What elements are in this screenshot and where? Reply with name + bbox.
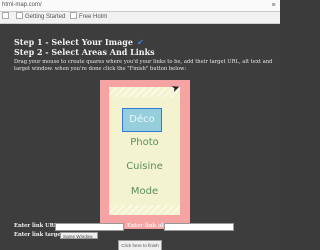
browser-menu-icon[interactable]: ≡ bbox=[269, 1, 278, 10]
page-content: Step 1 - Select Your Image ✔ Step 2 - Sel… bbox=[0, 24, 280, 250]
selected-area-box[interactable]: Déco bbox=[122, 108, 162, 132]
bookmarks-bar: Getting Started Free Hotm bbox=[0, 12, 280, 24]
stripe-pattern bbox=[109, 87, 180, 97]
page-icon bbox=[70, 12, 77, 19]
word-cuisine: Cuisine bbox=[126, 161, 163, 172]
link-target-select[interactable]: Same Window bbox=[60, 232, 98, 239]
link-url-input[interactable] bbox=[55, 223, 124, 231]
word-deco: Déco bbox=[129, 114, 155, 125]
bookmark-label: Free Hotm bbox=[79, 14, 108, 20]
bookmark-free-hotmail[interactable]: Free Hotm bbox=[70, 12, 107, 23]
stripe-pattern bbox=[109, 205, 180, 215]
finish-button[interactable]: Click here to finish bbox=[118, 240, 162, 250]
word-mode: Mode bbox=[130, 186, 159, 197]
step-1-heading: Step 1 - Select Your Image ✔ bbox=[14, 37, 144, 47]
link-alt-label: Enter link alt: bbox=[127, 223, 168, 229]
link-target-label: Enter link target: bbox=[14, 232, 65, 238]
address-bar[interactable]: html-map.com/ ≡ bbox=[0, 0, 280, 12]
link-alt-input[interactable] bbox=[164, 223, 234, 231]
bookmark-favicon-blank[interactable] bbox=[2, 12, 11, 23]
page-icon bbox=[2, 12, 9, 19]
bookmark-getting-started[interactable]: Getting Started bbox=[16, 12, 65, 23]
link-url-label: Enter link URL: bbox=[14, 223, 60, 229]
bookmark-label: Getting Started bbox=[25, 14, 66, 20]
word-photo: Photo bbox=[130, 137, 159, 148]
checkmark-icon: ✔ bbox=[137, 38, 144, 47]
image-panel: Photo Cuisine Mode bbox=[109, 87, 180, 215]
instructions-text: Drag your mouse to create quares where y… bbox=[14, 59, 273, 72]
step-1-label: Step 1 - Select Your Image bbox=[14, 37, 133, 47]
step-2-heading: Step 2 - Select Areas And Links bbox=[14, 47, 155, 57]
mappable-image[interactable]: Photo Cuisine Mode bbox=[100, 80, 190, 229]
url-text[interactable]: html-map.com/ bbox=[2, 0, 42, 11]
page-icon bbox=[16, 12, 23, 19]
link-target-value: Same Window bbox=[63, 234, 93, 239]
